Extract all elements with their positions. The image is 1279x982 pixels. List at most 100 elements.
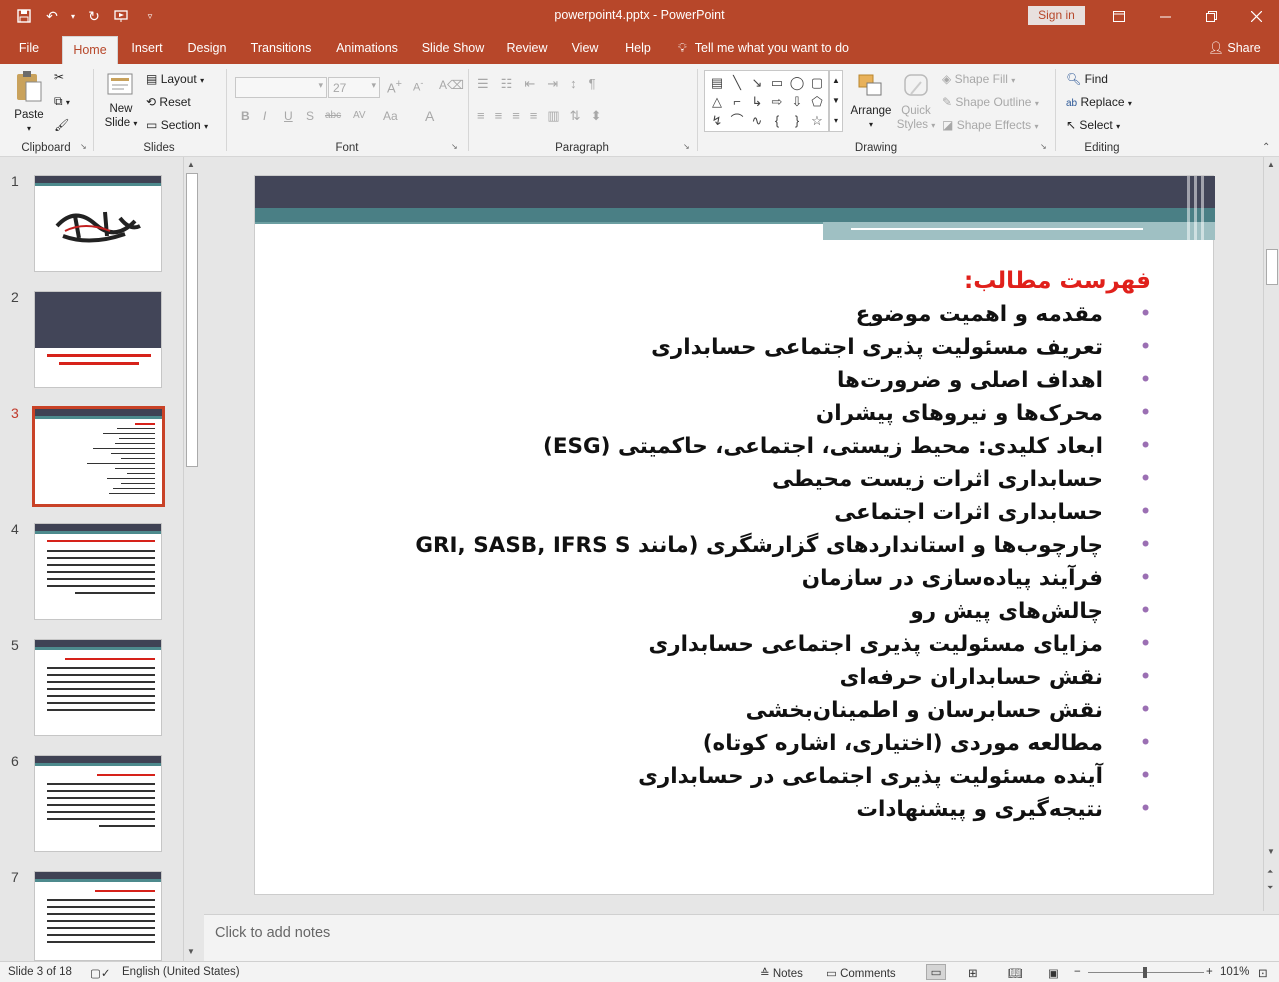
quick-styles-button[interactable]: Quick Styles ▾ [896, 72, 936, 133]
line-shape-icon[interactable]: ╲ [727, 73, 747, 92]
underline-button[interactable]: U [284, 109, 293, 123]
oval-shape-icon[interactable]: ◯ [787, 73, 807, 92]
shape-outline-button[interactable]: ✎ Shape Outline ▾ [942, 95, 1039, 109]
align-right-icon[interactable]: ≡ [512, 108, 530, 123]
slide-thumbnails-panel[interactable]: 1 2 3 4 5 6 7 ▲ ▼ [0, 157, 201, 961]
elbow-arrow-icon[interactable]: ↳ [747, 92, 767, 111]
spell-check-icon[interactable]: ▢✓ [90, 966, 111, 980]
section-button[interactable]: ▭ Section ▾ [146, 118, 208, 132]
italic-button[interactable]: I [263, 109, 266, 123]
slide-bullet-item[interactable]: • آینده مسئولیت پذیری اجتماعی در حسابداری [415, 760, 1151, 793]
increase-font-icon[interactable]: A+ [387, 78, 402, 95]
font-launcher-icon[interactable]: ↘ [451, 142, 458, 151]
paste-button[interactable]: Paste ▾ [12, 70, 46, 136]
zoom-level[interactable]: 101% [1220, 966, 1249, 978]
find-button[interactable]: 🔍︎ Find [1066, 72, 1108, 86]
scroll-down-icon[interactable]: ▼ [187, 947, 195, 956]
slide-bullet-item[interactable]: • اهداف اصلی و ضرورت‌ها [415, 364, 1151, 397]
scroll-down-icon[interactable]: ▼ [1267, 847, 1275, 856]
shape-effects-button[interactable]: ◪ Shape Effects ▾ [942, 118, 1039, 132]
strikethrough-button[interactable]: abc [325, 110, 341, 121]
elbow-connector-icon[interactable]: ⌐ [727, 92, 747, 111]
decrease-indent-icon[interactable]: ⇤ [524, 76, 547, 91]
ribbon-display-options-icon[interactable] [1096, 0, 1142, 32]
select-button[interactable]: ↖ Select ▾ [1066, 118, 1120, 132]
rtl-icon[interactable]: ¶ [589, 76, 608, 91]
thumbnails-scroll-thumb[interactable] [186, 173, 198, 467]
zoom-out-icon[interactable]: − [1074, 966, 1081, 978]
numbering-icon[interactable]: ☷ [501, 76, 525, 91]
slide-thumbnail-1[interactable] [34, 175, 162, 272]
align-left-icon[interactable]: ≡ [477, 108, 495, 123]
minimize-icon[interactable] [1142, 0, 1188, 32]
slide-canvas[interactable]: فهرست مطالب: • مقدمه و اهمیت موضوع • تعریف … [254, 175, 1215, 895]
arrange-button[interactable]: Arrange ▾ [848, 72, 894, 132]
editor-scrollbar[interactable]: ▲ ▼ ⏶ ⏷ [1263, 157, 1279, 911]
slide-bullet-item[interactable]: • مطالعه موردی (اختیاری، اشاره کوتاه) [415, 727, 1151, 760]
scroll-up-icon[interactable]: ▲ [187, 160, 195, 169]
freeform-shape-icon[interactable]: ⬠ [807, 92, 827, 111]
slide-bullet-item[interactable]: • فرآیند پیاده‌سازی در سازمان [415, 562, 1151, 595]
rectangle-shape-icon[interactable]: ▭ [767, 73, 787, 92]
reset-button[interactable]: ⟲ Reset [146, 95, 191, 109]
decrease-font-icon[interactable]: A- [413, 78, 423, 94]
wave-shape-icon[interactable]: ∿ [747, 111, 767, 130]
align-center-icon[interactable]: ≡ [495, 108, 513, 123]
slide-show-view-icon[interactable]: ▣ [1048, 966, 1059, 980]
tab-insert[interactable]: Insert [124, 32, 170, 64]
replace-button[interactable]: ab Replace ▾ [1066, 95, 1132, 109]
font-color-button[interactable]: A [425, 108, 434, 124]
slide-bullet-item[interactable]: • مزایای مسئولیت پذیری اجتماعی حسابداری [415, 628, 1151, 661]
notes-pane[interactable]: Click to add notes [204, 914, 1279, 961]
character-spacing-button[interactable]: AV [353, 110, 366, 121]
change-case-button[interactable]: Aa [383, 109, 398, 123]
copy-icon[interactable]: ⧉ ▾ [54, 94, 70, 109]
slide-bullet-list[interactable]: • مقدمه و اهمیت موضوع • تعریف مسئولیت پذیری… [415, 298, 1151, 826]
slide-bullet-item[interactable]: • نقش حسابداران حرفه‌ای [415, 661, 1151, 694]
normal-view-icon[interactable]: ▭ [926, 964, 946, 980]
text-box-shape-icon[interactable]: ▤ [707, 73, 727, 92]
slide-thumbnail-4[interactable] [34, 523, 162, 620]
slide-thumbnail-6[interactable] [34, 755, 162, 852]
slide-title[interactable]: فهرست مطالب: [415, 264, 1151, 298]
slide-bullet-item[interactable]: • چالش‌های پیش رو [415, 595, 1151, 628]
restore-icon[interactable] [1188, 0, 1234, 32]
slide-bullet-item[interactable]: • ابعاد کلیدی: محیط زیستی، اجتماعی، حاکمی… [415, 430, 1151, 463]
sign-in-button[interactable]: Sign in [1028, 6, 1085, 25]
editor-scroll-thumb[interactable] [1266, 249, 1278, 285]
collapse-ribbon-icon[interactable]: ⌃ [1262, 142, 1270, 153]
drawing-launcher-icon[interactable]: ↘ [1040, 142, 1047, 151]
slide-bullet-item[interactable]: • نقش حسابرسان و اطمینان‌بخشی [415, 694, 1151, 727]
right-arrow-shape-icon[interactable]: ⇨ [767, 92, 787, 111]
shadow-button[interactable]: S [306, 109, 314, 123]
shapes-gallery-scroll[interactable]: ▲ ▼ ▾ [829, 70, 843, 132]
lightning-shape-icon[interactable]: ↯ [707, 111, 727, 130]
slide-bullet-item[interactable]: • تعریف مسئولیت پذیری اجتماعی حسابداری [415, 331, 1151, 364]
notes-placeholder[interactable]: Click to add notes [215, 925, 330, 941]
notes-toggle-button[interactable]: ≙ Notes [760, 966, 803, 980]
shapes-gallery[interactable]: ▤ ╲ ↘ ▭ ◯ ▢ △ ⌐ ↳ ⇨ ⇩ ⬠ ↯ ⌒ ∿{} ☆ [704, 70, 829, 132]
scroll-up-icon[interactable]: ▲ [1267, 160, 1275, 169]
share-button[interactable]: 👤︎ Share [1208, 32, 1261, 64]
triangle-shape-icon[interactable]: △ [707, 92, 727, 111]
columns-icon[interactable]: ▥ [547, 108, 569, 123]
reading-view-icon[interactable]: 📖︎ [1008, 966, 1023, 980]
brace-left-shape-icon[interactable]: { [767, 111, 787, 130]
tab-home[interactable]: Home [62, 36, 118, 64]
align-text-icon[interactable]: ⬍ [591, 108, 612, 123]
shape-fill-button[interactable]: ◈ Shape Fill ▾ [942, 72, 1015, 86]
font-name-combo[interactable]: ▾ [235, 77, 327, 98]
paragraph-launcher-icon[interactable]: ↘ [683, 142, 690, 151]
cut-icon[interactable]: ✂ [54, 70, 64, 84]
slide-thumbnail-2[interactable] [34, 291, 162, 388]
text-direction-icon[interactable]: ⇅ [570, 108, 591, 123]
language-indicator[interactable]: English (United States) [122, 966, 240, 978]
zoom-slider-thumb[interactable] [1143, 967, 1147, 978]
slide-thumbnail-5[interactable] [34, 639, 162, 736]
slide-bullet-item[interactable]: • حسابداری اثرات اجتماعی [415, 496, 1151, 529]
line-spacing-icon[interactable]: ↕ [570, 76, 589, 91]
slide-thumbnail-7[interactable] [34, 871, 162, 961]
fit-slide-icon[interactable]: ⊡ [1258, 966, 1268, 980]
next-slide-icon[interactable]: ⏷ [1267, 883, 1273, 893]
thumbnails-scrollbar[interactable]: ▲ ▼ [183, 157, 200, 961]
